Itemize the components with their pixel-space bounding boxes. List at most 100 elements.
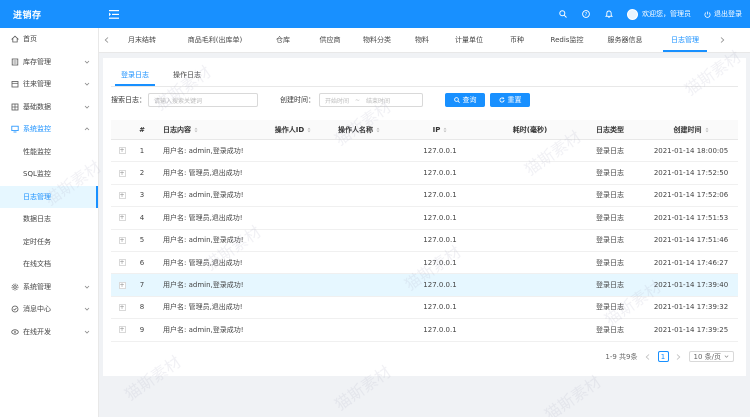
expand-row-icon[interactable]: + (118, 169, 126, 177)
table-row[interactable]: +9 用户名: admin,登录成功! 127.0.0.1 登录日志 2021-01-1… (111, 319, 738, 342)
tab-gross-profit[interactable]: 商品毛利(出库单) (171, 27, 259, 52)
sort-icon[interactable] (443, 127, 447, 133)
cell-type: 登录日志 (596, 236, 624, 245)
table-row[interactable]: +7 用户名: admin,登录成功! 127.0.0.1 登录日志 2021-01-1… (111, 274, 738, 297)
menu-fold-icon[interactable] (107, 7, 121, 21)
expand-row-icon[interactable]: + (118, 214, 126, 222)
expand-row-icon[interactable]: + (118, 236, 126, 244)
table-row[interactable]: +8 用户名: 管理员,退出成功! 127.0.0.1 登录日志 2021-01-14 … (111, 297, 738, 320)
column-header-type: 日志类型 (575, 125, 645, 135)
cell-created: 2021-01-14 17:51:53 (653, 213, 729, 222)
expand-row-icon[interactable]: + (118, 303, 126, 311)
contacts-icon (10, 80, 19, 89)
tab-server-info[interactable]: 服务器信息 (595, 27, 655, 52)
search-icon[interactable] (558, 9, 568, 19)
table-row[interactable]: +4 用户名: 管理员,退出成功! 127.0.0.1 登录日志 2021-01-14 … (111, 207, 738, 230)
sidebar-item-messages[interactable]: 消息中心 (0, 298, 98, 321)
column-header-content[interactable]: 日志内容 (151, 125, 263, 135)
cell-content: 用户名: 管理员,退出成功! (163, 258, 243, 267)
tabs-scroll-left-icon[interactable] (99, 27, 113, 52)
column-header-user-id[interactable]: 操作人ID (263, 125, 323, 135)
expand-row-icon[interactable]: + (118, 191, 126, 199)
table-row[interactable]: +3 用户名: admin,登录成功! 127.0.0.1 登录日志 2021-01-1… (111, 185, 738, 208)
sidebar-item-system[interactable]: 系统管理 (0, 276, 98, 299)
logout-button[interactable]: 退出登录 (704, 9, 742, 19)
tab-log-management[interactable]: 日志管理 (655, 27, 715, 52)
expand-cell: + (111, 259, 133, 267)
end-time-input[interactable]: 结束时间 (366, 96, 390, 105)
sidebar-subitem-online-docs[interactable]: 在线文档 (0, 253, 98, 276)
expand-row-icon[interactable]: + (118, 259, 126, 267)
tab-warehouse[interactable]: 仓库 (259, 27, 307, 52)
tabs-scroll-right-icon[interactable] (715, 27, 729, 52)
page-size-select[interactable]: 10 条/页 (688, 351, 734, 362)
sort-icon[interactable] (705, 127, 709, 133)
sidebar-item-home[interactable]: 首页 (0, 28, 98, 51)
table-row[interactable]: +1 用户名: admin,登录成功! 127.0.0.1 登录日志 2021-01-1… (111, 140, 738, 163)
search-icon (453, 97, 460, 103)
sidebar-item-develop[interactable]: 在线开发 (0, 321, 98, 344)
chevron-down-icon (84, 105, 90, 109)
cell-content: 用户名: admin,登录成功! (163, 281, 244, 290)
column-header-ip[interactable]: IP (395, 126, 485, 134)
reset-button[interactable]: 重置 (490, 93, 530, 107)
table-row[interactable]: +5 用户名: admin,登录成功! 127.0.0.1 登录日志 2021-01-1… (111, 230, 738, 252)
sort-icon[interactable] (376, 127, 380, 133)
cell-ip: 127.0.0.1 (423, 236, 457, 245)
cell-created: 2021-01-14 17:39:40 (653, 281, 729, 290)
sidebar-subitem-performance[interactable]: 性能监控 (0, 141, 98, 164)
sidebar-subitem-scheduled-tasks[interactable]: 定时任务 (0, 231, 98, 254)
expand-row-icon[interactable]: + (118, 326, 126, 334)
sidebar-item-base-data[interactable]: 基础数据 (0, 96, 98, 119)
cell-content: 用户名: admin,登录成功! (163, 146, 244, 155)
prev-page-icon[interactable] (643, 351, 653, 362)
sidebar-subitem-sql[interactable]: SQL监控 (0, 163, 98, 186)
cell-ip: 127.0.0.1 (423, 303, 457, 312)
tab-currency[interactable]: 币种 (495, 27, 539, 52)
database-icon (10, 102, 19, 111)
tab-login-log[interactable]: 登录日志 (111, 66, 159, 86)
help-icon[interactable]: ? (581, 9, 591, 19)
sidebar-subitem-log-management[interactable]: 日志管理 (0, 185, 98, 208)
sidebar-subitem-data-log[interactable]: 数据日志 (0, 208, 98, 231)
sidebar-item-label: 系统管理 (23, 282, 51, 291)
sidebar-item-contacts[interactable]: 往来管理 (0, 73, 98, 96)
tab-redis-monitor[interactable]: Redis监控 (539, 27, 595, 52)
expand-row-icon[interactable]: + (118, 281, 126, 289)
page-number[interactable]: 1 (657, 351, 669, 362)
start-time-input[interactable]: 开始时间 (325, 96, 349, 105)
table-row[interactable]: +6 用户名: 管理员,退出成功! 127.0.0.1 登录日志 2021-01-14 … (111, 252, 738, 275)
expand-row-icon[interactable]: + (118, 147, 126, 155)
sort-icon[interactable] (194, 127, 198, 133)
search-form: 搜索日志： 请输入搜索关键词 创建时间： 开始时间 ~ 结束时间 查询 重置 (111, 93, 530, 107)
search-keyword-input[interactable]: 请输入搜索关键词 (148, 93, 258, 107)
cell-no: 4 (139, 213, 145, 222)
table-row[interactable]: +2 用户名: 管理员,退出成功! 127.0.0.1 登录日志 2021-01-14 … (111, 162, 738, 185)
tab-supplier[interactable]: 供应商 (307, 27, 353, 52)
tab-unit[interactable]: 计量单位 (443, 27, 495, 52)
sidebar-item-label: 往来管理 (23, 80, 51, 89)
expand-cell: + (111, 147, 133, 155)
column-header-label: 耗时(毫秒) (512, 125, 548, 134)
user-menu[interactable]: 欢迎您，管理员 (627, 8, 691, 20)
cell-ip: 127.0.0.1 (423, 213, 457, 222)
sidebar-item-inventory[interactable]: 库存管理 (0, 51, 98, 74)
cell-content: 用户名: 管理员,退出成功! (163, 303, 243, 312)
next-page-icon[interactable] (674, 351, 684, 362)
column-header-created[interactable]: 创建时间 (645, 125, 737, 135)
table-header: # 日志内容 操作人ID 操作人名称 IP 耗时(毫秒) 日志类型 创建时间 (111, 120, 738, 140)
tab-material[interactable]: 物料 (401, 27, 443, 52)
sidebar-item-monitor[interactable]: 系统监控 (0, 118, 98, 141)
bell-icon[interactable] (604, 9, 614, 19)
tab-material-category[interactable]: 物料分类 (353, 27, 401, 52)
tab-operation-log[interactable]: 操作日志 (163, 66, 211, 84)
search-button[interactable]: 查询 (445, 93, 485, 107)
sort-icon[interactable] (307, 127, 311, 133)
cell-content: 用户名: admin,登录成功! (163, 236, 244, 245)
column-header-user-name[interactable]: 操作人名称 (323, 125, 395, 135)
date-range-picker[interactable]: 开始时间 ~ 结束时间 (319, 93, 423, 107)
tab-month-end[interactable]: 月末结转 (113, 27, 171, 52)
app-logo[interactable]: 进销存 (0, 0, 99, 28)
cell-type: 登录日志 (596, 169, 624, 178)
table-body: +1 用户名: admin,登录成功! 127.0.0.1 登录日志 2021-01-1… (111, 140, 738, 342)
